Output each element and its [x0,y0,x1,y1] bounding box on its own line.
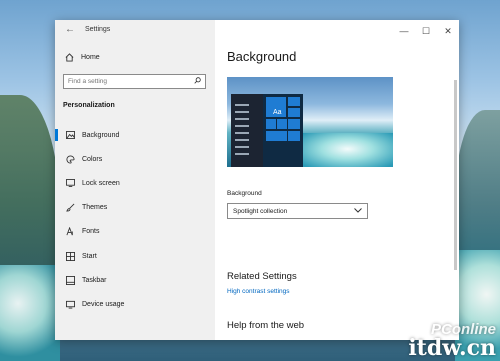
page-title: Background [227,49,297,64]
preview-tile [266,131,287,141]
preview-start-menu [231,94,263,167]
taskbar-icon [64,275,76,285]
sidebar-item-start[interactable]: Start [55,244,215,268]
nav-list: Background Colors Lock screen Themes Fon… [55,123,215,317]
start-icon [64,251,76,261]
back-arrow-icon[interactable]: ← [65,24,75,35]
sidebar: ← Settings Home Personalization Backgrou… [55,20,215,340]
background-label: Background [227,190,262,197]
scrollbar[interactable] [454,80,457,270]
nav-home-label: Home [81,54,100,61]
lock-screen-icon [64,179,76,188]
sidebar-item-label: Device usage [82,300,125,308]
preview-tile [288,97,300,106]
picture-icon [64,131,76,140]
sidebar-item-lock-screen[interactable]: Lock screen [55,171,215,195]
sidebar-item-colors[interactable]: Colors [55,147,215,171]
sidebar-item-label: Fonts [82,228,100,236]
watermark-top: PConline [430,321,496,338]
sidebar-item-device-usage[interactable]: Device usage [55,292,215,316]
sidebar-item-label: Lock screen [82,179,120,187]
sidebar-item-background[interactable]: Background [55,123,215,147]
sidebar-item-themes[interactable]: Themes [55,196,215,220]
preview-tile [266,119,276,129]
window-controls: — ☐ ✕ [393,20,459,42]
device-icon [64,300,76,309]
window-title: Settings [85,26,111,33]
settings-window: ← Settings Home Personalization Backgrou… [55,20,459,340]
preview-tiles [263,94,303,167]
search-input[interactable] [68,78,188,85]
related-settings-title: Related Settings [227,271,297,282]
sidebar-item-label: Start [82,252,97,260]
preview-tile [288,119,300,129]
island-right [455,110,500,270]
island-left [0,95,60,275]
content-pane: — ☐ ✕ Background Aa Background Spotlight… [215,20,459,340]
sidebar-item-label: Background [82,131,120,139]
home-icon [63,53,75,62]
sidebar-item-taskbar[interactable]: Taskbar [55,268,215,292]
high-contrast-link[interactable]: High contrast settings [227,288,290,295]
beach-left [0,265,60,361]
preview-tile [288,131,300,141]
minimize-button[interactable]: — [393,20,415,42]
search-icon [194,77,201,86]
titlebar: ← Settings [55,20,215,42]
preview-tile [288,108,300,117]
search-box[interactable] [63,74,206,89]
preview-tile-text: Aa [273,109,282,116]
sidebar-item-label: Themes [82,204,108,212]
close-button[interactable]: ✕ [437,20,459,42]
watermark-bottom: itdw.cn [408,335,496,361]
nav-home[interactable]: Home [63,53,100,62]
sidebar-item-label: Taskbar [82,276,107,284]
background-preview: Aa [227,77,393,167]
background-dropdown[interactable]: Spotlight collection [227,203,368,219]
watermark: PConline itdw.cn [408,322,496,359]
brush-icon [64,203,76,212]
dropdown-value: Spotlight collection [233,207,288,215]
preview-tile [277,119,287,129]
help-title: Help from the web [227,320,305,331]
font-icon [64,227,76,236]
palette-icon [64,155,76,164]
section-title: Personalization [63,102,115,109]
chevron-down-icon [354,207,362,215]
sidebar-item-fonts[interactable]: Fonts [55,220,215,244]
sidebar-item-label: Colors [82,155,103,163]
maximize-button[interactable]: ☐ [415,20,437,42]
